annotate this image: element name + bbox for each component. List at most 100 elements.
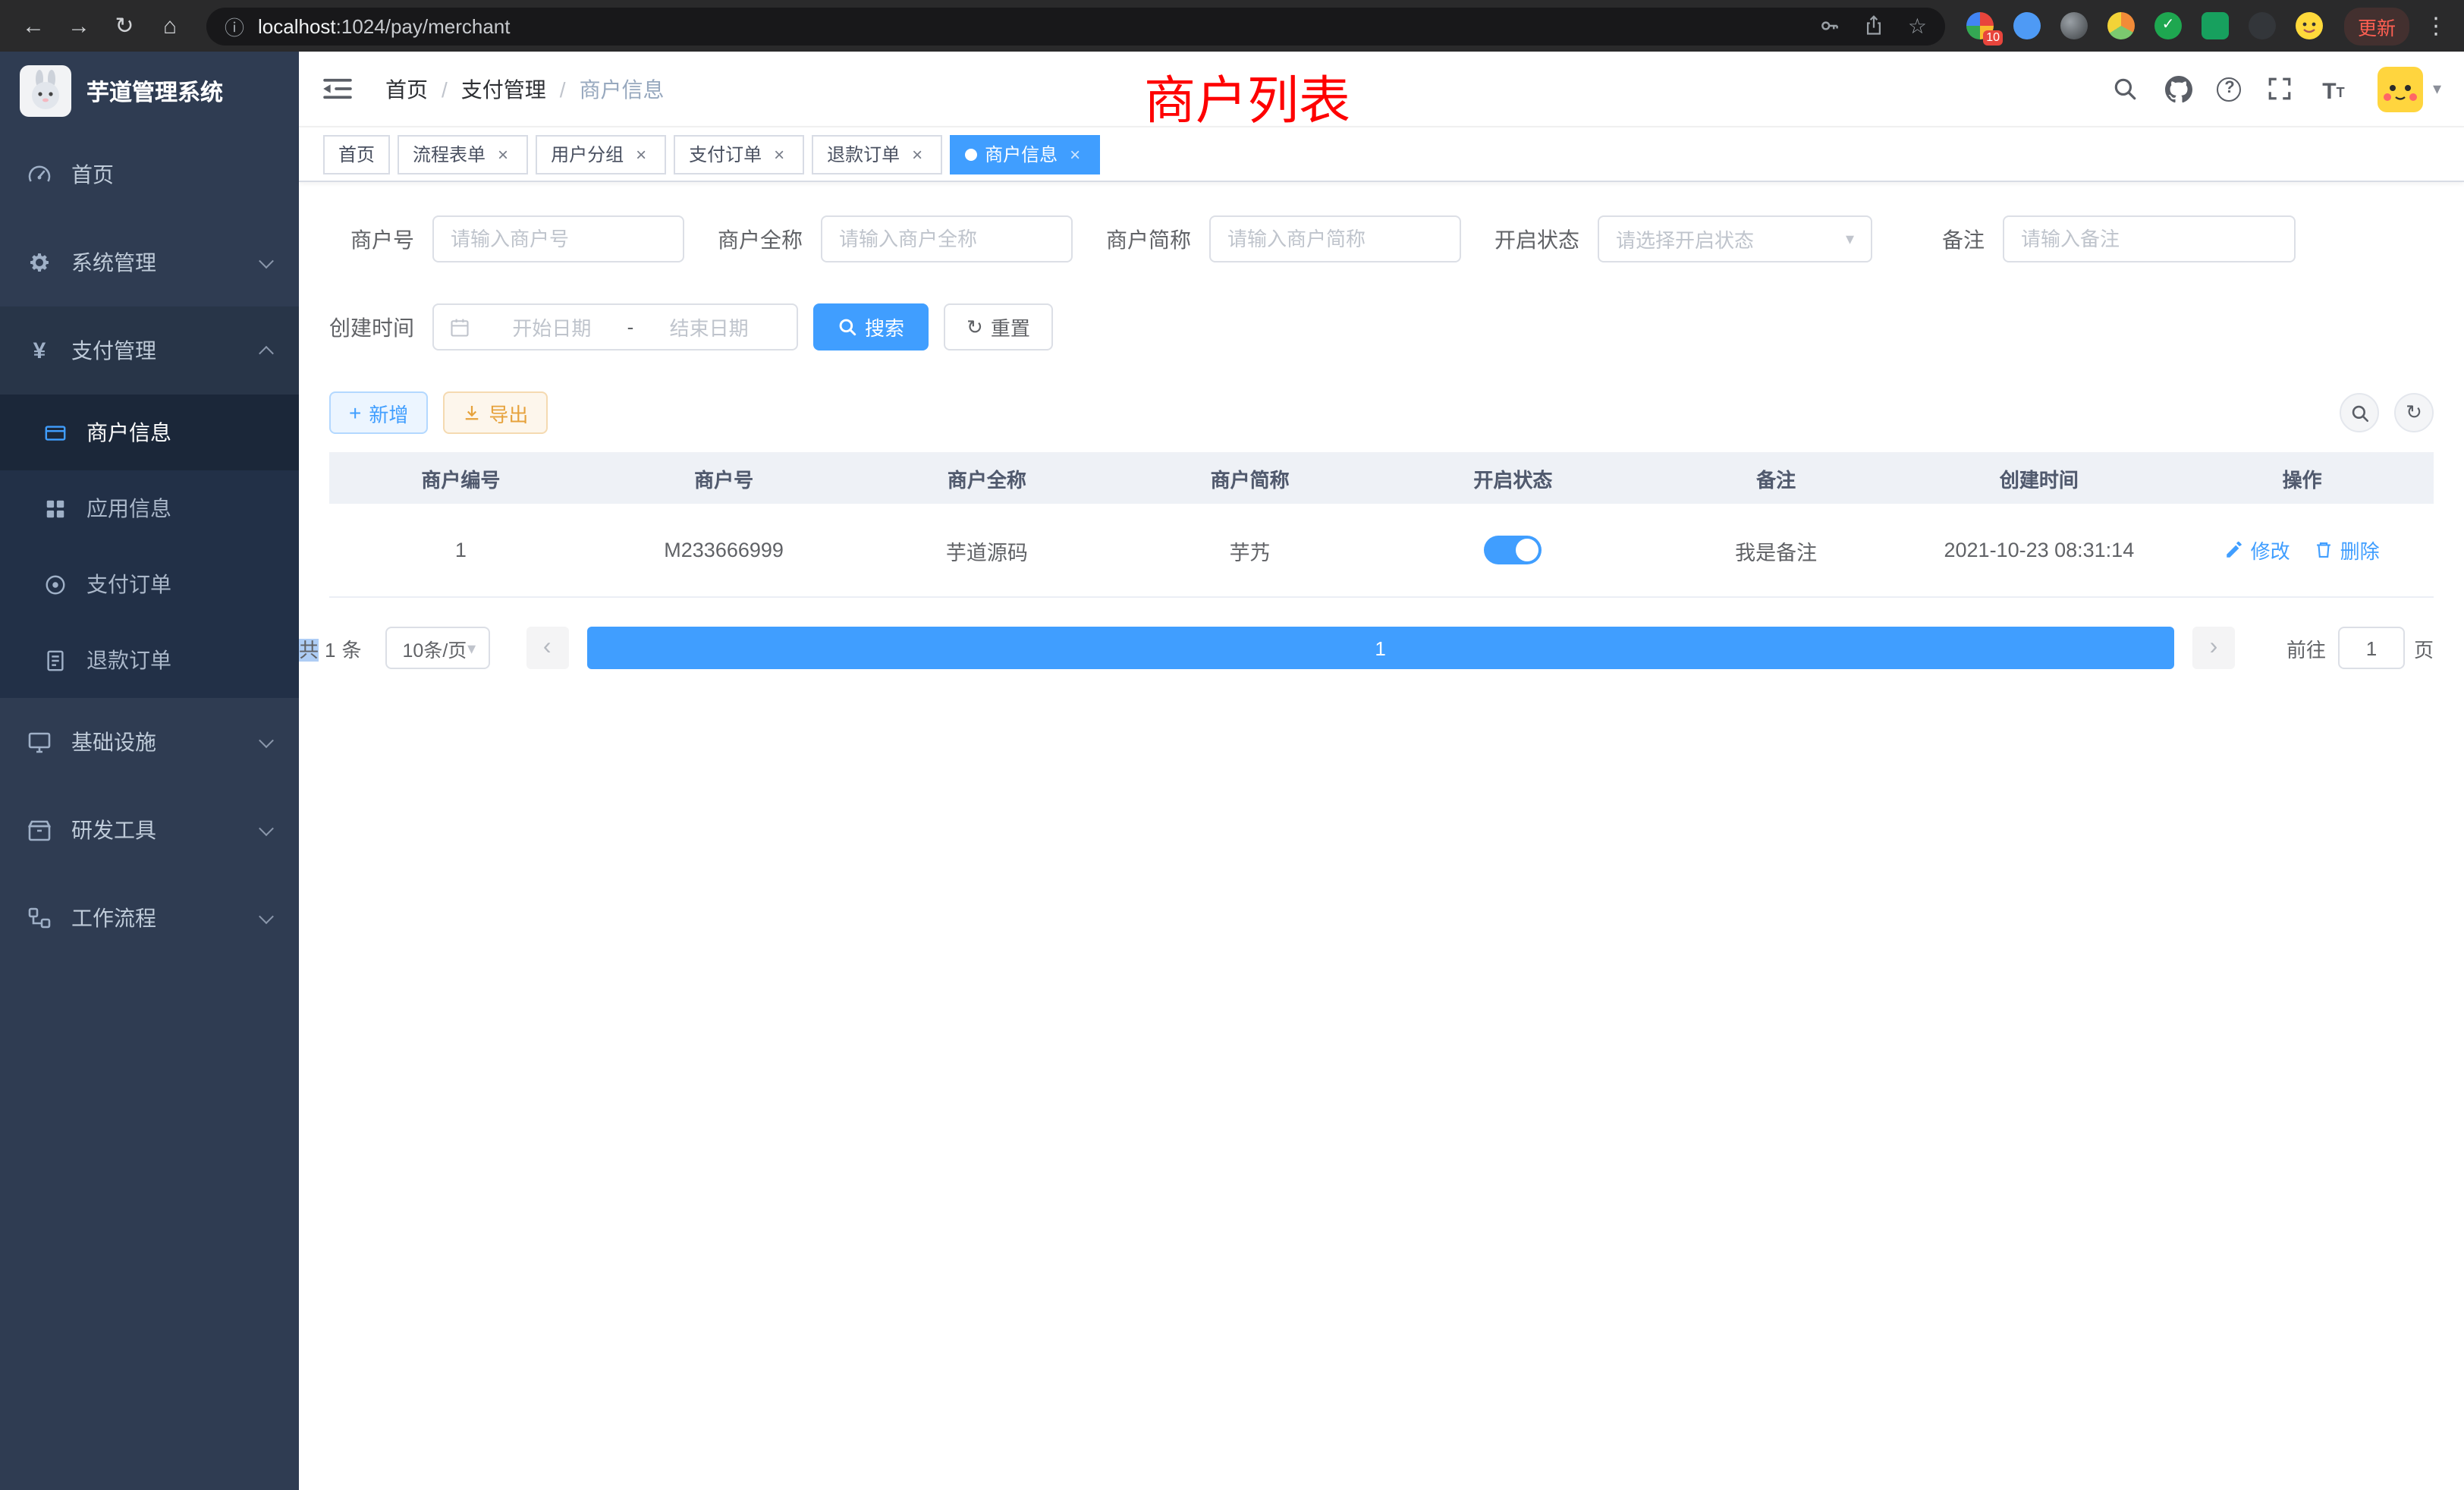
breadcrumb-payment[interactable]: 支付管理 [461,74,546,104]
sidebar-item-infrastructure[interactable]: 基础设施 [0,698,299,786]
extension-icon[interactable] [2013,12,2041,39]
close-icon[interactable]: × [1065,144,1085,164]
pagination: 共1条 10条/页 ▾ ‹ 1 › 前往 页 [299,598,2464,669]
create-time-label: 创建时间 [329,312,414,342]
tab-refund-order[interactable]: 退款订单× [812,134,942,174]
extension-icon[interactable] [2060,12,2088,39]
document-icon [42,648,67,672]
full-name-input[interactable] [821,215,1073,262]
column-header: 商户简称 [1118,464,1381,492]
page-size-select[interactable]: 10条/页 ▾ [386,627,490,669]
sidebar-item-payment[interactable]: ¥ 支付管理 [0,306,299,395]
extension-icon[interactable] [2107,12,2135,39]
browser-back-icon[interactable]: ← [15,8,52,44]
full-name-label: 商户全称 [718,224,803,254]
close-icon[interactable]: × [493,144,513,164]
sidebar-item-system[interactable]: 系统管理 [0,218,299,306]
extension-icon[interactable]: 10 [1966,12,1994,39]
sidebar-item-devtools[interactable]: 研发工具 [0,786,299,874]
share-icon[interactable] [1864,15,1885,36]
app-logo[interactable]: 芋道管理系统 [0,52,299,130]
merchant-no-input[interactable] [432,215,684,262]
tab-user-group[interactable]: 用户分组× [536,134,666,174]
browser-toolbar: ← → ↻ ⌂ ⓘ localhost:1024/pay/merchant ☆ … [0,0,2464,52]
workflow-icon [27,906,52,930]
column-header: 商户全称 [856,464,1119,492]
browser-home-icon[interactable]: ⌂ [152,8,188,44]
tab-process-form[interactable]: 流程表单× [398,134,528,174]
search-button[interactable]: 搜索 [813,303,929,350]
sidebar-group-payment: ¥ 支付管理 商户信息 [0,306,299,698]
url-bar[interactable]: ⓘ localhost:1024/pay/merchant ☆ [206,7,1945,45]
sidebar-item-label: 工作流程 [71,903,156,933]
sidebar-item-merchant-info[interactable]: 商户信息 [0,395,299,470]
reset-button[interactable]: ↻ 重置 [944,303,1053,350]
edit-link[interactable]: 修改 [2225,536,2290,564]
extension-icon[interactable] [2249,12,2276,39]
next-page-button[interactable]: › [2192,627,2235,669]
sidebar-item-pay-order[interactable]: 支付订单 [0,546,299,622]
close-icon[interactable]: × [631,144,651,164]
remark-input[interactable] [2003,215,2296,262]
chevron-down-icon [259,908,274,923]
tab-merchant-info[interactable]: 商户信息× [950,134,1100,174]
screen-scaler: ← → ↻ ⌂ ⓘ localhost:1024/pay/merchant ☆ … [0,0,2464,1490]
omnibox-actions: ☆ [1820,15,1927,36]
extension-icon[interactable]: ✓ [2154,12,2182,39]
sidebar-item-app-info[interactable]: 应用信息 [0,470,299,546]
font-size-icon[interactable]: TT [2319,74,2348,103]
status-toggle[interactable] [1484,536,1542,564]
bookmark-star-icon[interactable]: ☆ [1908,15,1927,36]
tab-pay-order[interactable]: 支付订单× [674,134,804,174]
browser-reload-icon[interactable]: ↻ [106,8,143,44]
user-avatar[interactable] [2378,66,2424,112]
status-select[interactable]: 请选择开启状态 ▾ [1598,215,1872,262]
monitor-icon [27,730,52,754]
sidebar-toggle-icon[interactable] [323,77,352,100]
toggle-search-button[interactable] [2340,393,2379,432]
export-button[interactable]: 导出 [443,391,548,434]
breadcrumb-home[interactable]: 首页 [385,74,428,104]
add-button[interactable]: + 新增 [329,391,428,434]
cell-operations: 修改 删除 [2170,536,2434,564]
browser-profile-avatar[interactable] [2296,12,2323,39]
dashboard-icon [27,162,52,187]
fullscreen-icon[interactable] [2266,74,2295,103]
search-icon[interactable] [2111,74,2140,103]
create-time-range-input[interactable]: 开始日期 - 结束日期 [432,303,798,350]
password-key-icon[interactable] [1820,15,1841,36]
refresh-button[interactable]: ↻ [2394,393,2434,432]
goto-label: 前往 [2286,633,2326,662]
extension-badge: 10 [1983,30,2003,46]
table-row: 1 M233666999 芋道源码 芋艿 我是备注 2021-10-23 08:… [329,504,2434,598]
prev-page-button[interactable]: ‹ [526,627,568,669]
browser-extensions: 10 ✓ [1966,12,2323,39]
browser-forward-icon[interactable]: → [61,8,97,44]
browser-update-button[interactable]: 更新 [2344,7,2409,45]
browser-menu-icon[interactable]: ⋮ [2425,12,2447,39]
avatar-caret-icon[interactable]: ▾ [2433,79,2441,99]
close-icon[interactable]: × [769,144,789,164]
table-toolbar: + 新增 导出 ↻ [299,391,2464,434]
github-icon[interactable] [2164,74,2193,103]
search-icon [838,317,857,337]
chevron-down-icon [259,732,274,747]
help-icon[interactable]: ? [2217,77,2242,101]
sidebar-item-workflow[interactable]: 工作流程 [0,874,299,962]
short-name-input[interactable] [1209,215,1461,262]
close-icon[interactable]: × [907,144,927,164]
tab-home[interactable]: 首页 [323,134,390,174]
caret-down-icon: ▾ [467,638,476,658]
cell-short-name: 芋艿 [1118,535,1381,565]
page-1-button[interactable]: 1 [586,627,2174,669]
goto-page-input[interactable] [2338,627,2405,669]
chevron-down-icon [259,820,274,835]
sidebar-item-label: 首页 [71,159,114,190]
delete-link[interactable]: 删除 [2315,536,2380,564]
check-icon: ✓ [2162,18,2175,33]
sidebar-item-home[interactable]: 首页 [0,130,299,218]
chevron-down-icon [259,253,274,268]
sidebar-item-refund-order[interactable]: 退款订单 [0,622,299,698]
extension-icon[interactable] [2202,12,2229,39]
page-info-icon[interactable]: ⓘ [225,11,244,40]
